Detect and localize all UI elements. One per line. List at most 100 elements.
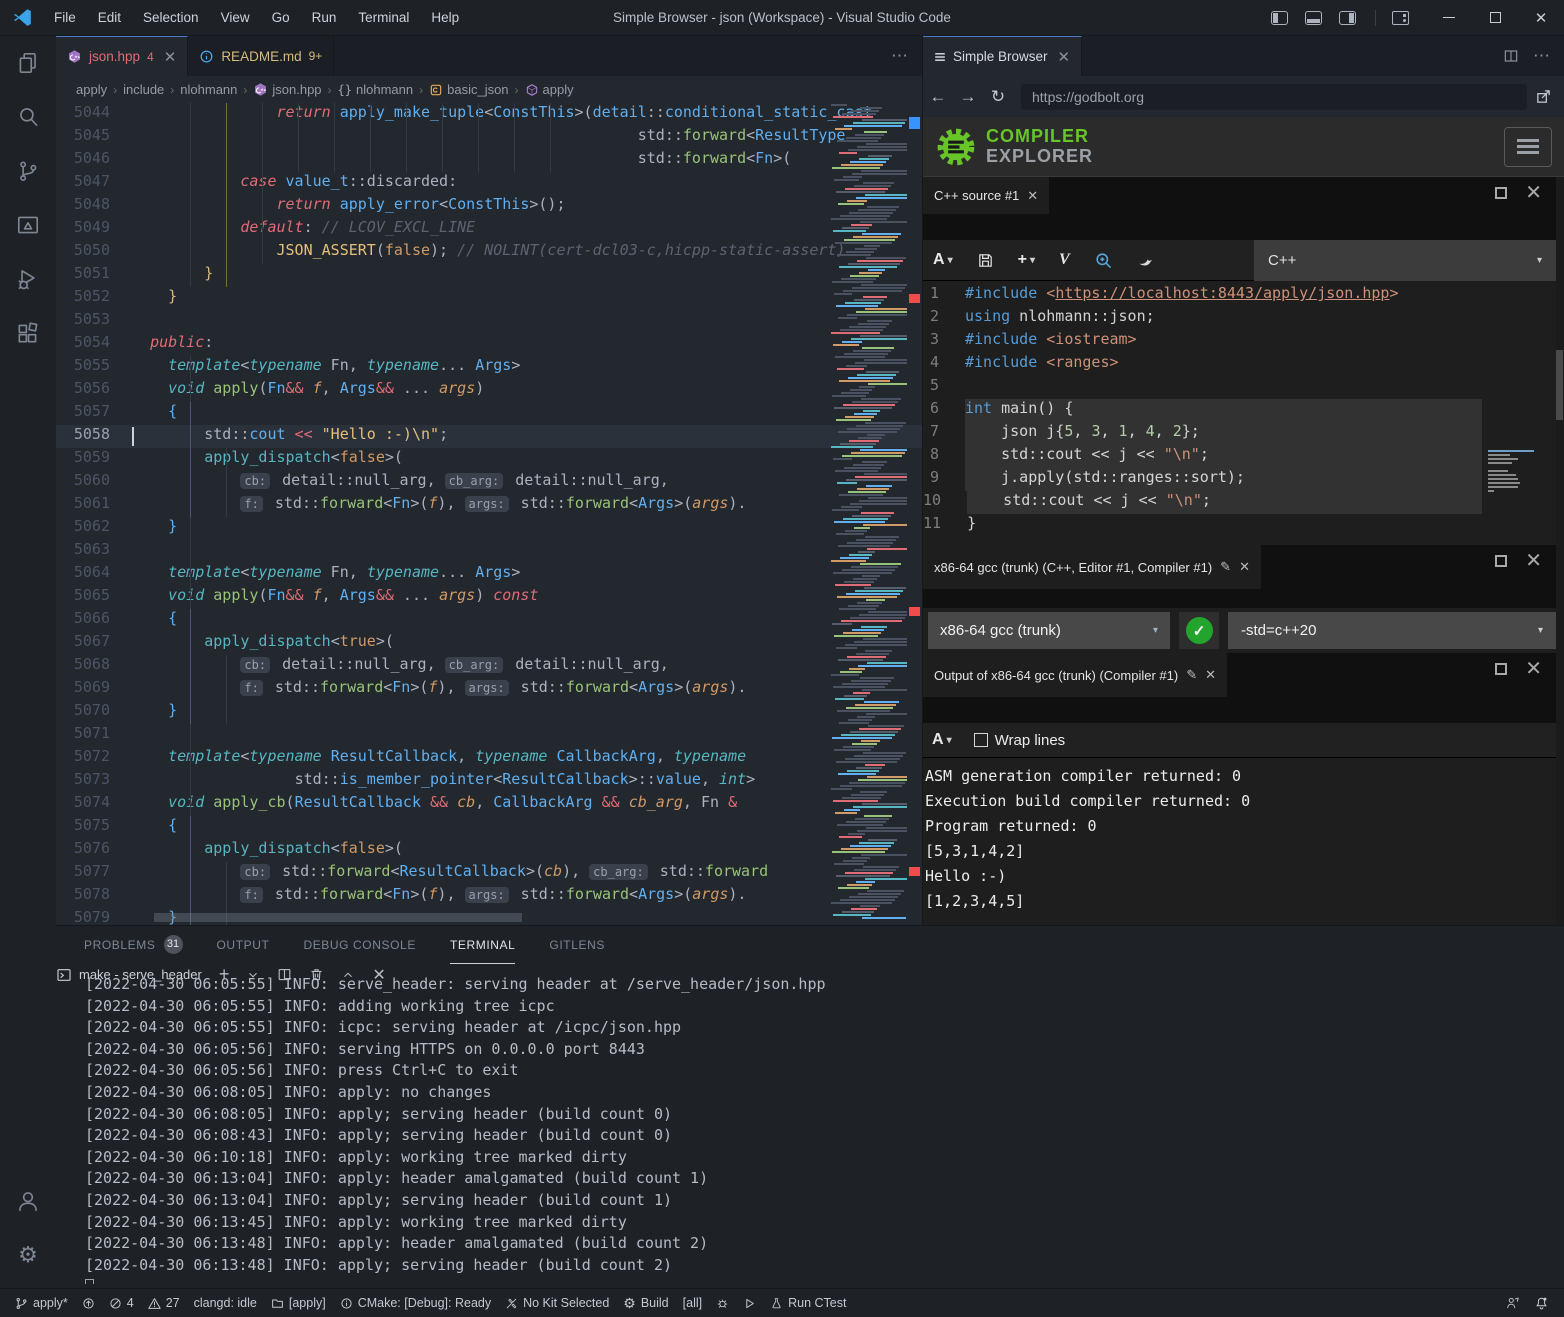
close-icon[interactable]: ✕ (1027, 188, 1038, 204)
breadcrumb-item-apply[interactable]: apply (76, 82, 107, 97)
editor-more-actions-icon[interactable]: ⋯ (891, 46, 908, 66)
status-item-clangd-idle[interactable]: clangd: idle (187, 1289, 264, 1317)
status-item-apply[interactable]: [apply] (264, 1289, 333, 1317)
activity-extensions[interactable] (0, 306, 56, 360)
minimize-button[interactable] (1426, 0, 1472, 36)
panel-tab-debug-console[interactable]: DEBUG CONSOLE (303, 926, 416, 964)
panel-tab-terminal[interactable]: TERMINAL (450, 926, 515, 964)
tab-json.hpp[interactable]: json.hpp4✕ (56, 36, 188, 76)
rename-pencil-icon[interactable]: ✎ (1220, 559, 1231, 575)
status-item-publish[interactable] (75, 1289, 102, 1317)
menu-run[interactable]: Run (301, 0, 348, 35)
font-size-button[interactable]: A▾ (932, 731, 952, 749)
menu-file[interactable]: File (43, 0, 87, 35)
save-icon[interactable] (977, 252, 994, 269)
maximize-pane-icon[interactable] (1495, 663, 1507, 675)
toggle-panel-icon[interactable] (1305, 11, 1322, 25)
breadcrumb-item-nlohmann[interactable]: {}nlohmann (338, 82, 414, 97)
browser-more-actions-icon[interactable]: ⋯ (1533, 46, 1550, 66)
status-item-no-kit-selected[interactable]: No Kit Selected (498, 1289, 616, 1317)
zoom-search-icon[interactable] (1094, 251, 1113, 270)
close-pane-icon[interactable]: ✕ (1525, 187, 1542, 199)
activity-cmake[interactable] (0, 198, 56, 252)
back-icon[interactable]: ← (923, 87, 953, 107)
status-item-4[interactable]: 4 (102, 1289, 141, 1317)
maximize-pane-icon[interactable] (1495, 555, 1507, 567)
status-item-cmake-debug-ready[interactable]: CMake: [Debug]: Ready (333, 1289, 498, 1317)
minimap[interactable] (831, 103, 907, 925)
close-window-button[interactable]: ✕ (1518, 0, 1564, 36)
rename-pencil-icon[interactable]: ✎ (1186, 667, 1197, 683)
breadcrumb-item-json.hpp[interactable]: json.hpp (253, 82, 321, 97)
activity-debug[interactable] (0, 252, 56, 306)
panel-tab-output[interactable]: OUTPUT (217, 926, 270, 964)
close-icon[interactable]: ✕ (1239, 559, 1250, 575)
menu-help[interactable]: Help (420, 0, 470, 35)
panel-tab-problems[interactable]: PROBLEMS31 (84, 926, 183, 964)
overview-ruler[interactable] (907, 103, 922, 925)
status-item-play[interactable] (736, 1289, 763, 1317)
status-item-apply[interactable]: apply* (8, 1289, 75, 1317)
ce-menu-button[interactable] (1504, 127, 1552, 167)
status-item-build[interactable]: ⚙Build (616, 1289, 675, 1317)
close-pane-icon[interactable]: ✕ (1525, 555, 1542, 567)
status-item-bell[interactable] (1527, 1296, 1556, 1311)
open-external-icon[interactable] (1535, 88, 1552, 105)
breadcrumb-item-nlohmann[interactable]: nlohmann (180, 82, 237, 97)
status-item-27[interactable]: 27 (141, 1289, 187, 1317)
add-pane-button[interactable]: +▾ (1018, 251, 1035, 269)
customize-layout-icon[interactable] (1392, 11, 1409, 25)
activity-search[interactable] (0, 90, 56, 144)
code-editor[interactable]: 5044 return apply_make_tuple<ConstThis>(… (56, 103, 922, 925)
close-icon[interactable]: ✕ (1205, 667, 1216, 683)
code-line-5071: 5071 (56, 724, 922, 747)
close-tab-icon[interactable]: ✕ (164, 48, 177, 66)
toggle-secondary-sidebar-icon[interactable] (1339, 11, 1356, 25)
menu-selection[interactable]: Selection (132, 0, 210, 35)
activity-account[interactable] (0, 1174, 56, 1228)
maximize-pane-icon[interactable] (1495, 187, 1507, 199)
activity-scm[interactable] (0, 144, 56, 198)
panel-tab-gitlens[interactable]: GITLENS (549, 926, 605, 964)
horizontal-scrollbar[interactable] (154, 913, 522, 922)
status-item-run-ctest[interactable]: Run CTest (763, 1289, 853, 1317)
url-input[interactable]: https://godbolt.org (1021, 84, 1527, 110)
breadcrumb-item-include[interactable]: include (123, 82, 164, 97)
close-pane-icon[interactable]: ✕ (1525, 663, 1542, 675)
split-editor-icon[interactable] (1503, 48, 1519, 64)
status-item-bug[interactable] (709, 1289, 736, 1317)
ce-scrollbar-thumb[interactable] (1556, 350, 1563, 420)
breadcrumb-item-apply[interactable]: apply (525, 82, 574, 97)
page-scrollbar[interactable] (1556, 177, 1564, 925)
ce-gear-logo-icon[interactable] (935, 126, 977, 168)
font-size-button[interactable]: A▾ (933, 251, 953, 269)
status-item-feedback[interactable] (1499, 1296, 1527, 1310)
menu-view[interactable]: View (210, 0, 261, 35)
toggle-sidebar-icon[interactable] (1271, 11, 1288, 25)
reload-icon[interactable]: ↻ (983, 87, 1013, 107)
ce-logo-text[interactable]: COMPILER EXPLORER (986, 127, 1093, 167)
forward-icon[interactable]: → (953, 87, 983, 107)
status-item-all[interactable]: [all] (676, 1289, 709, 1317)
breadcrumb-item-basic_json[interactable]: basic_json (429, 82, 508, 97)
ce-output-tab[interactable]: Output of x86-64 gcc (trunk) (Compiler #… (923, 653, 1227, 697)
menu-edit[interactable]: Edit (87, 0, 132, 35)
menu-go[interactable]: Go (261, 0, 301, 35)
compiler-options-input[interactable]: -std=c++20▾ (1228, 612, 1556, 649)
ce-source-editor[interactable]: 1#include <https://localhost:8443/apply/… (923, 281, 1556, 545)
maximize-button[interactable] (1472, 0, 1518, 36)
tab-README.md[interactable]: README.md9+ (188, 36, 334, 76)
close-tab-icon[interactable]: ✕ (1058, 48, 1071, 66)
compiler-select[interactable]: x86-64 gcc (trunk)▾ (928, 612, 1170, 649)
activity-explorer[interactable] (0, 36, 56, 90)
tab-simple-browser[interactable]: Simple Browser ✕ (923, 36, 1082, 76)
menu-terminal[interactable]: Terminal (347, 0, 420, 35)
terminal-output[interactable]: [2022-04-30 06:05:55] INFO: serve_header… (85, 974, 1554, 1284)
vim-mode-icon[interactable]: V (1059, 251, 1070, 269)
share-bird-icon[interactable] (1137, 251, 1156, 270)
language-select[interactable]: C++▾ (1254, 240, 1556, 281)
activity-settings[interactable]: ⚙ (0, 1228, 56, 1282)
ce-compiler-tab[interactable]: x86-64 gcc (trunk) (C++, Editor #1, Comp… (923, 545, 1261, 589)
wrap-lines-checkbox[interactable] (974, 733, 988, 747)
ce-source-tab[interactable]: C++ source #1 ✕ (923, 177, 1049, 214)
